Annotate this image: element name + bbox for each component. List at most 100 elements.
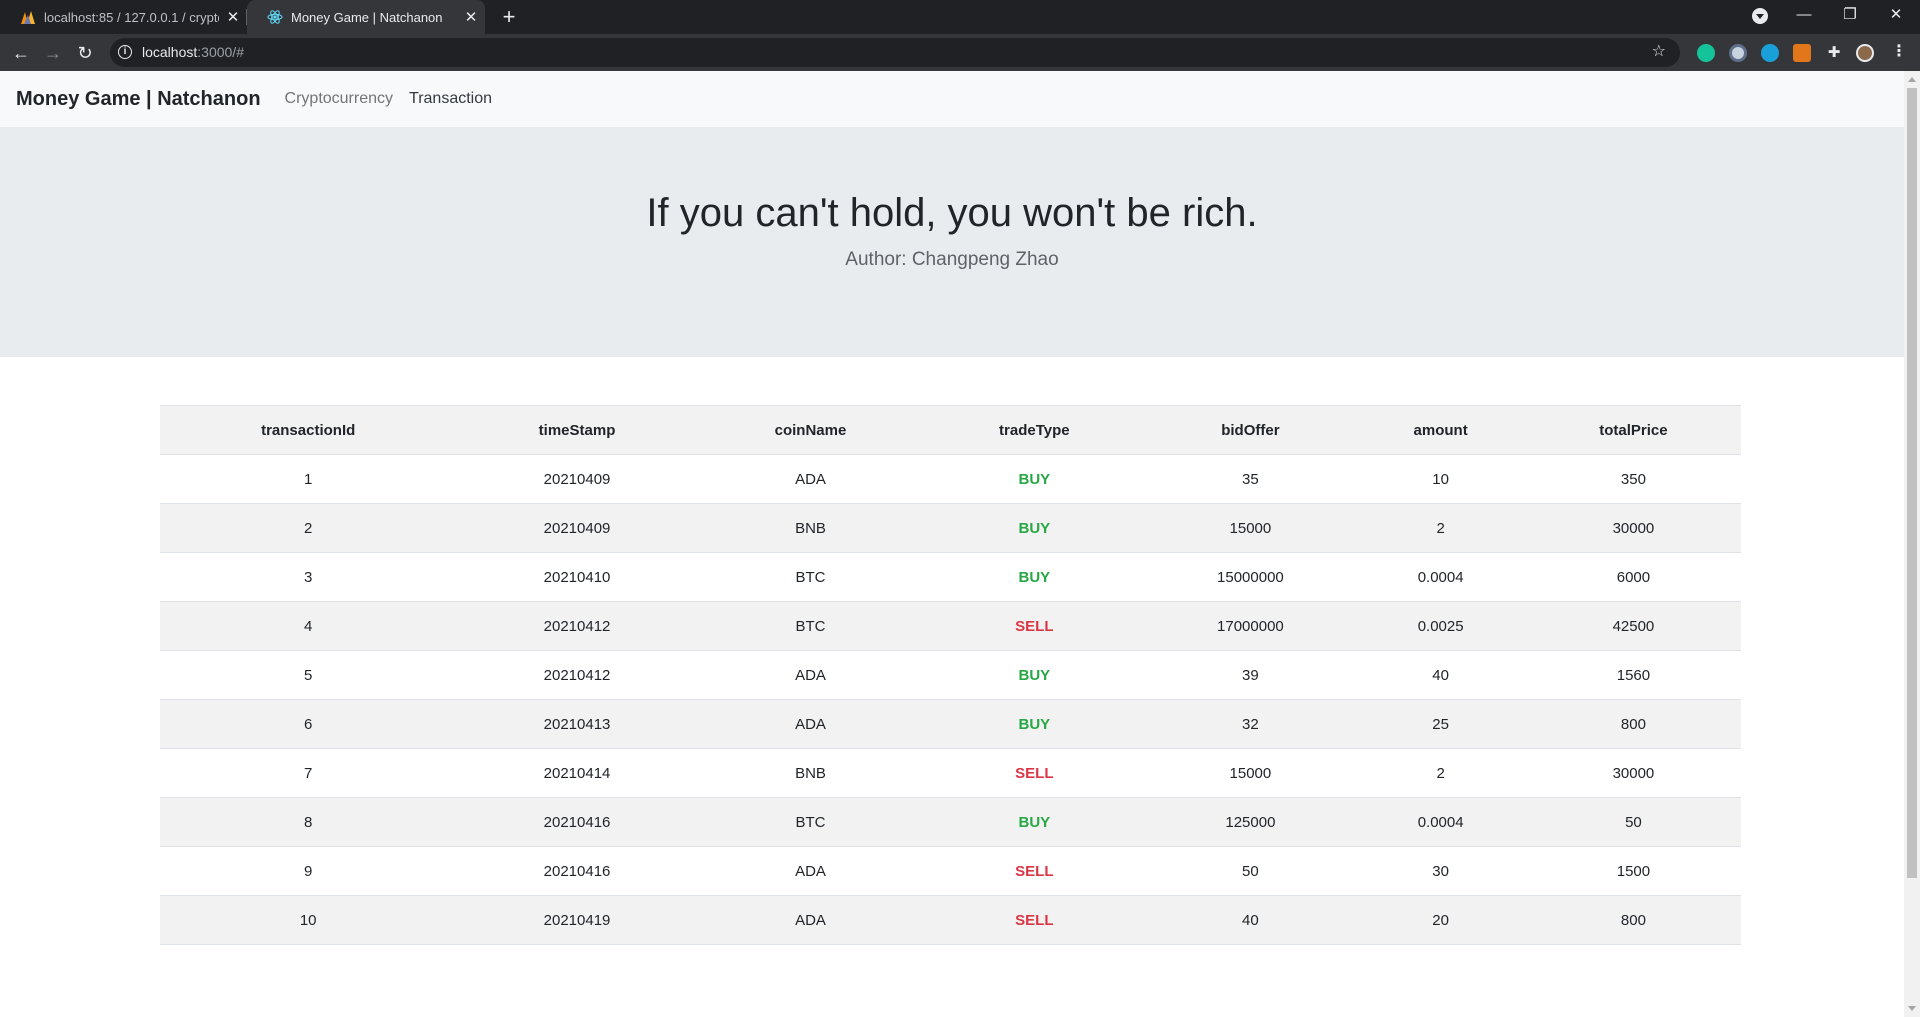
- cell-transaction-id: 1: [160, 454, 457, 504]
- cell-total-price: 50: [1525, 797, 1741, 847]
- profile-avatar[interactable]: [1856, 44, 1874, 62]
- cell-coin-name: BNB: [697, 503, 924, 553]
- cell-transaction-id: 8: [160, 797, 457, 847]
- grammarly-extension-icon[interactable]: [1697, 44, 1715, 62]
- cell-coin-name: BTC: [697, 552, 924, 602]
- cell-bid-offer: 50: [1145, 846, 1356, 896]
- cell-transaction-id: 3: [160, 552, 457, 602]
- cell-coin-name: ADA: [697, 650, 924, 700]
- cell-timestamp: 20210419: [456, 895, 698, 945]
- cell-timestamp: 20210409: [456, 503, 698, 553]
- cell-coin-name: ADA: [697, 699, 924, 749]
- cell-coin-name: BTC: [697, 797, 924, 847]
- cell-total-price: 30000: [1525, 748, 1741, 798]
- header-transaction-id: transactionId: [160, 405, 457, 455]
- header-amount: amount: [1355, 405, 1526, 455]
- cell-total-price: 350: [1525, 454, 1741, 504]
- cell-timestamp: 20210413: [456, 699, 698, 749]
- browser-tab-phpmyadmin[interactable]: localhost:85 / 127.0.0.1 / cryptoc ✕: [0, 0, 247, 34]
- cell-trade-type: SELL: [923, 748, 1146, 798]
- cell-total-price: 6000: [1525, 552, 1741, 602]
- cell-timestamp: 20210416: [456, 797, 698, 847]
- nav-link-cryptocurrency[interactable]: Cryptocurrency: [285, 90, 393, 108]
- tab-title: Money Game | Natchanon: [291, 9, 443, 25]
- header-total-price: totalPrice: [1525, 405, 1741, 455]
- cell-trade-type: BUY: [923, 552, 1146, 602]
- scroll-down-icon[interactable]: [1908, 1006, 1916, 1011]
- header-trade-type: tradeType: [923, 405, 1146, 455]
- cell-amount: 0.0004: [1355, 552, 1526, 602]
- cell-total-price: 30000: [1525, 503, 1741, 553]
- cell-bid-offer: 35: [1145, 454, 1356, 504]
- cell-amount: 2: [1355, 748, 1526, 798]
- tab-search-icon[interactable]: [1752, 8, 1768, 24]
- page-scrollbar[interactable]: [1904, 71, 1920, 1017]
- table-row: 6 20210413 ADA BUY 32 25 800: [160, 699, 1741, 749]
- cell-transaction-id: 7: [160, 748, 457, 798]
- cell-bid-offer: 17000000: [1145, 601, 1356, 651]
- header-timestamp: timeStamp: [456, 405, 698, 455]
- cell-bid-offer: 32: [1145, 699, 1356, 749]
- cell-trade-type: BUY: [923, 650, 1146, 700]
- cell-trade-type: SELL: [923, 601, 1146, 651]
- cell-coin-name: BNB: [697, 748, 924, 798]
- site-info-icon[interactable]: i: [118, 45, 132, 59]
- cell-transaction-id: 6: [160, 699, 457, 749]
- browser-menu-icon[interactable]: ⋮: [1891, 41, 1907, 63]
- close-tab-icon[interactable]: ✕: [457, 8, 485, 26]
- cell-total-price: 1560: [1525, 650, 1741, 700]
- react-icon: [267, 9, 283, 25]
- metamask-extension-icon[interactable]: [1793, 44, 1811, 62]
- new-tab-button[interactable]: +: [496, 4, 522, 30]
- extensions-puzzle-icon[interactable]: ✚: [1825, 44, 1843, 62]
- nav-link-transaction[interactable]: Transaction: [409, 90, 492, 108]
- table-row: 1 20210409 ADA BUY 35 10 350: [160, 454, 1741, 504]
- address-bar[interactable]: i localhost:3000/# ☆: [110, 38, 1680, 67]
- table-row: 8 20210416 BTC BUY 125000 0.0004 50: [160, 797, 1741, 847]
- cell-total-price: 42500: [1525, 601, 1741, 651]
- browser-tab-money-game[interactable]: Money Game | Natchanon ✕: [247, 0, 485, 34]
- table-row: 2 20210409 BNB BUY 15000 2 30000: [160, 503, 1741, 553]
- hero-banner: If you can't hold, you won't be rich. Au…: [0, 127, 1904, 357]
- cell-bid-offer: 15000000: [1145, 552, 1356, 602]
- cell-trade-type: BUY: [923, 699, 1146, 749]
- table-row: 4 20210412 BTC SELL 17000000 0.0025 42500: [160, 601, 1741, 651]
- cell-bid-offer: 125000: [1145, 797, 1356, 847]
- browser-toolbar: ← → ↻ i localhost:3000/# ☆ ✚ ⋮: [0, 34, 1920, 71]
- header-bid-offer: bidOffer: [1145, 405, 1356, 455]
- navbar-brand[interactable]: Money Game | Natchanon: [16, 88, 261, 111]
- cell-bid-offer: 39: [1145, 650, 1356, 700]
- cell-trade-type: SELL: [923, 846, 1146, 896]
- reload-icon[interactable]: ↻: [71, 39, 99, 67]
- table-row: 9 20210416 ADA SELL 50 30 1500: [160, 846, 1741, 896]
- minimize-icon[interactable]: —: [1781, 0, 1827, 34]
- cell-transaction-id: 2: [160, 503, 457, 553]
- cell-total-price: 800: [1525, 699, 1741, 749]
- cell-coin-name: ADA: [697, 895, 924, 945]
- bookmark-star-icon[interactable]: ☆: [1652, 41, 1666, 61]
- restore-icon[interactable]: ❐: [1827, 0, 1873, 34]
- table-body: 1 20210409 ADA BUY 35 10 350 2 20210409 BNB BUY 150…: [160, 454, 1741, 945]
- cell-timestamp: 20210416: [456, 846, 698, 896]
- table-row: 7 20210414 BNB SELL 15000 2 30000: [160, 748, 1741, 798]
- close-window-icon[interactable]: ✕: [1873, 0, 1919, 34]
- close-tab-icon[interactable]: ✕: [219, 8, 247, 26]
- table-row: 10 20210419 ADA SELL 40 20 800: [160, 895, 1741, 945]
- header-coin-name: coinName: [697, 405, 924, 455]
- cell-trade-type: BUY: [923, 797, 1146, 847]
- cell-amount: 20: [1355, 895, 1526, 945]
- address-url[interactable]: localhost:3000/#: [142, 44, 244, 60]
- extension-icon[interactable]: [1761, 44, 1779, 62]
- cell-bid-offer: 40: [1145, 895, 1356, 945]
- site-navbar: Money Game | Natchanon Cryptocurrency Tr…: [0, 71, 1904, 127]
- table-row: 5 20210412 ADA BUY 39 40 1560: [160, 650, 1741, 700]
- extension-icon[interactable]: [1729, 44, 1747, 62]
- cell-trade-type: BUY: [923, 454, 1146, 504]
- phpmyadmin-icon: [20, 9, 36, 25]
- forward-icon[interactable]: →: [39, 39, 67, 67]
- back-icon[interactable]: ←: [7, 39, 35, 67]
- page-viewport: Money Game | Natchanon Cryptocurrency Tr…: [0, 71, 1904, 1017]
- cell-total-price: 800: [1525, 895, 1741, 945]
- scroll-up-icon[interactable]: [1908, 77, 1916, 82]
- scrollbar-thumb[interactable]: [1907, 88, 1917, 878]
